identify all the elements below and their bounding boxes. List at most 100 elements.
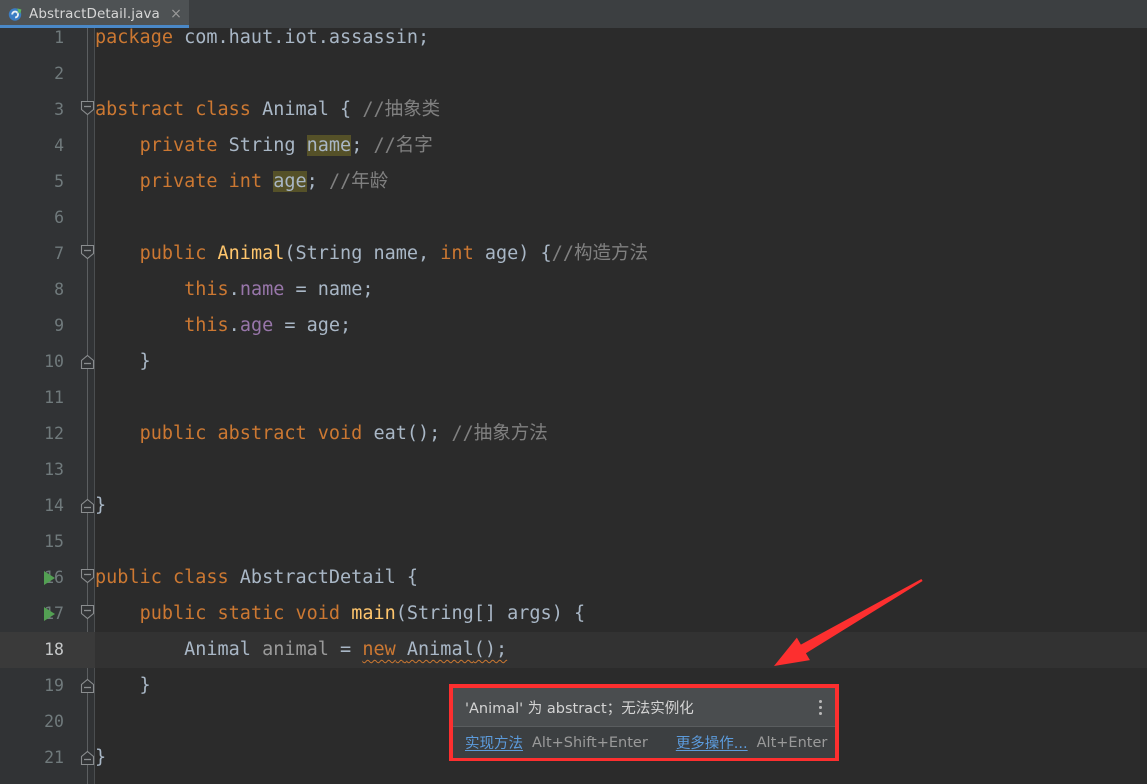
code-token: { <box>395 567 419 588</box>
line-number: 11 <box>44 388 64 407</box>
line-number: 9 <box>54 316 64 335</box>
code-line[interactable]: 14} <box>0 488 1147 524</box>
code-text: public Animal(String name, int age) {//构… <box>95 236 648 272</box>
line-number: 4 <box>54 136 64 155</box>
code-text: private String name; //名字 <box>95 128 433 164</box>
inspection-actions: 实现方法 Alt+Shift+Enter 更多操作... Alt+Enter <box>453 727 835 758</box>
code-line[interactable]: 4 private String name; //名字 <box>0 128 1147 164</box>
code-text: } <box>95 668 151 704</box>
code-token: this <box>184 315 229 336</box>
code-text: } <box>95 740 106 776</box>
code-line[interactable]: 5 private int age; //年龄 <box>0 164 1147 200</box>
code-token: age <box>273 171 307 192</box>
code-token: AbstractDetail <box>228 567 396 588</box>
code-fold-close-icon[interactable] <box>80 678 95 694</box>
code-fold-open-icon[interactable] <box>80 244 95 260</box>
code-token: private <box>139 135 218 156</box>
code-fold-close-icon[interactable] <box>80 750 95 766</box>
code-fold-open-icon[interactable] <box>80 568 95 584</box>
code-token: name <box>306 135 352 156</box>
code-token: int <box>440 243 474 264</box>
code-fold-open-icon[interactable] <box>80 604 95 620</box>
code-fold-close-icon[interactable] <box>80 354 95 370</box>
kebab-menu-icon[interactable] <box>815 698 827 716</box>
code-token: public abstract void <box>139 423 363 444</box>
code-token: animal <box>262 639 329 660</box>
idea-editor-window: AbstractDetail.java × 1 package com.haut.… <box>0 0 1147 784</box>
code-editor[interactable]: 1 package com.haut.iot.assassin; 2 3 abstrac… <box>0 28 1147 784</box>
code-text: package com.haut.iot.assassin; <box>95 28 429 56</box>
action-shortcut-more-actions: Alt+Enter <box>756 734 828 751</box>
code-line[interactable]: 16 public class AbstractDetail { <box>0 560 1147 596</box>
code-fold-open-icon[interactable] <box>80 100 95 116</box>
line-number: 18 <box>44 640 64 659</box>
editor-tab-abstractdetail[interactable]: AbstractDetail.java × <box>0 0 189 34</box>
code-token: } <box>95 747 107 768</box>
code-token: com.haut.iot.assassin; <box>184 28 430 48</box>
line-number: 6 <box>54 208 64 227</box>
code-line[interactable]: 9 this.age = age; <box>0 308 1147 344</box>
code-line[interactable]: 1 package com.haut.iot.assassin; <box>0 28 1147 56</box>
line-number: 16 <box>44 568 64 587</box>
action-link-implement-methods[interactable]: 实现方法 <box>465 732 523 753</box>
code-line[interactable]: 2 <box>0 56 1147 92</box>
line-number: 17 <box>44 604 64 623</box>
code-token: (); <box>406 423 452 444</box>
code-text: } <box>95 344 151 380</box>
line-number: 14 <box>44 496 64 515</box>
line-number: 7 <box>54 244 64 263</box>
code-token: Animal <box>262 99 329 120</box>
tab-close-icon[interactable]: × <box>169 7 183 21</box>
code-token: //抽象方法 <box>451 423 548 444</box>
code-line[interactable]: 18 Animal animal = new Animal(); <box>0 632 1147 668</box>
code-line[interactable]: 15 <box>0 524 1147 560</box>
code-token: = name; <box>284 279 374 300</box>
line-number: 1 <box>54 28 64 47</box>
code-token: String <box>295 243 363 264</box>
code-line[interactable]: 13 <box>0 452 1147 488</box>
code-line[interactable]: 17 public static void main(String[] args… <box>0 596 1147 632</box>
run-gutter-icon[interactable] <box>44 607 55 621</box>
code-line[interactable]: 6 <box>0 200 1147 236</box>
code-text: private int age; //年龄 <box>95 164 388 200</box>
code-token: . <box>228 315 240 336</box>
code-token: } <box>95 351 151 372</box>
code-text: abstract class Animal { //抽象类 <box>95 92 440 128</box>
code-text: public abstract void eat(); //抽象方法 <box>95 416 548 452</box>
code-text: public class AbstractDetail { <box>95 560 418 596</box>
code-token: //年龄 <box>328 171 389 192</box>
run-gutter-icon[interactable] <box>44 571 55 585</box>
code-token: age <box>473 243 519 264</box>
inspection-popup[interactable]: 'Animal' 为 abstract；无法实例化 实现方法 Alt+Shift… <box>449 684 839 761</box>
code-token: } <box>95 495 107 516</box>
line-number: 5 <box>54 172 64 191</box>
code-token: //名字 <box>373 135 433 156</box>
line-number: 21 <box>44 748 64 767</box>
code-token: private int <box>139 171 263 192</box>
code-token: this <box>184 279 229 300</box>
code-token: } <box>95 675 151 696</box>
code-token: //抽象类 <box>362 99 441 120</box>
code-text: Animal animal = new Animal(); <box>95 632 507 668</box>
editor-tab-label: AbstractDetail.java <box>28 6 160 34</box>
code-token: (); <box>473 639 508 660</box>
code-token: String <box>217 135 307 156</box>
code-line[interactable]: 11 <box>0 380 1147 416</box>
code-line[interactable]: 10 } <box>0 344 1147 380</box>
code-line[interactable]: 8 this.name = name; <box>0 272 1147 308</box>
code-line[interactable]: 3 abstract class Animal { //抽象类 <box>0 92 1147 128</box>
code-text: this.name = name; <box>95 272 373 308</box>
code-token: ; <box>351 135 374 156</box>
inspection-message-bar: 'Animal' 为 abstract；无法实例化 <box>453 688 835 726</box>
code-token: { <box>328 99 363 120</box>
line-number: 15 <box>44 532 64 551</box>
code-line[interactable]: 12 public abstract void eat(); //抽象方法 <box>0 416 1147 452</box>
action-link-more-actions[interactable]: 更多操作... <box>676 732 748 753</box>
code-fold-close-icon[interactable] <box>80 498 95 514</box>
code-line[interactable]: 7 public Animal(String name, int age) {/… <box>0 236 1147 272</box>
